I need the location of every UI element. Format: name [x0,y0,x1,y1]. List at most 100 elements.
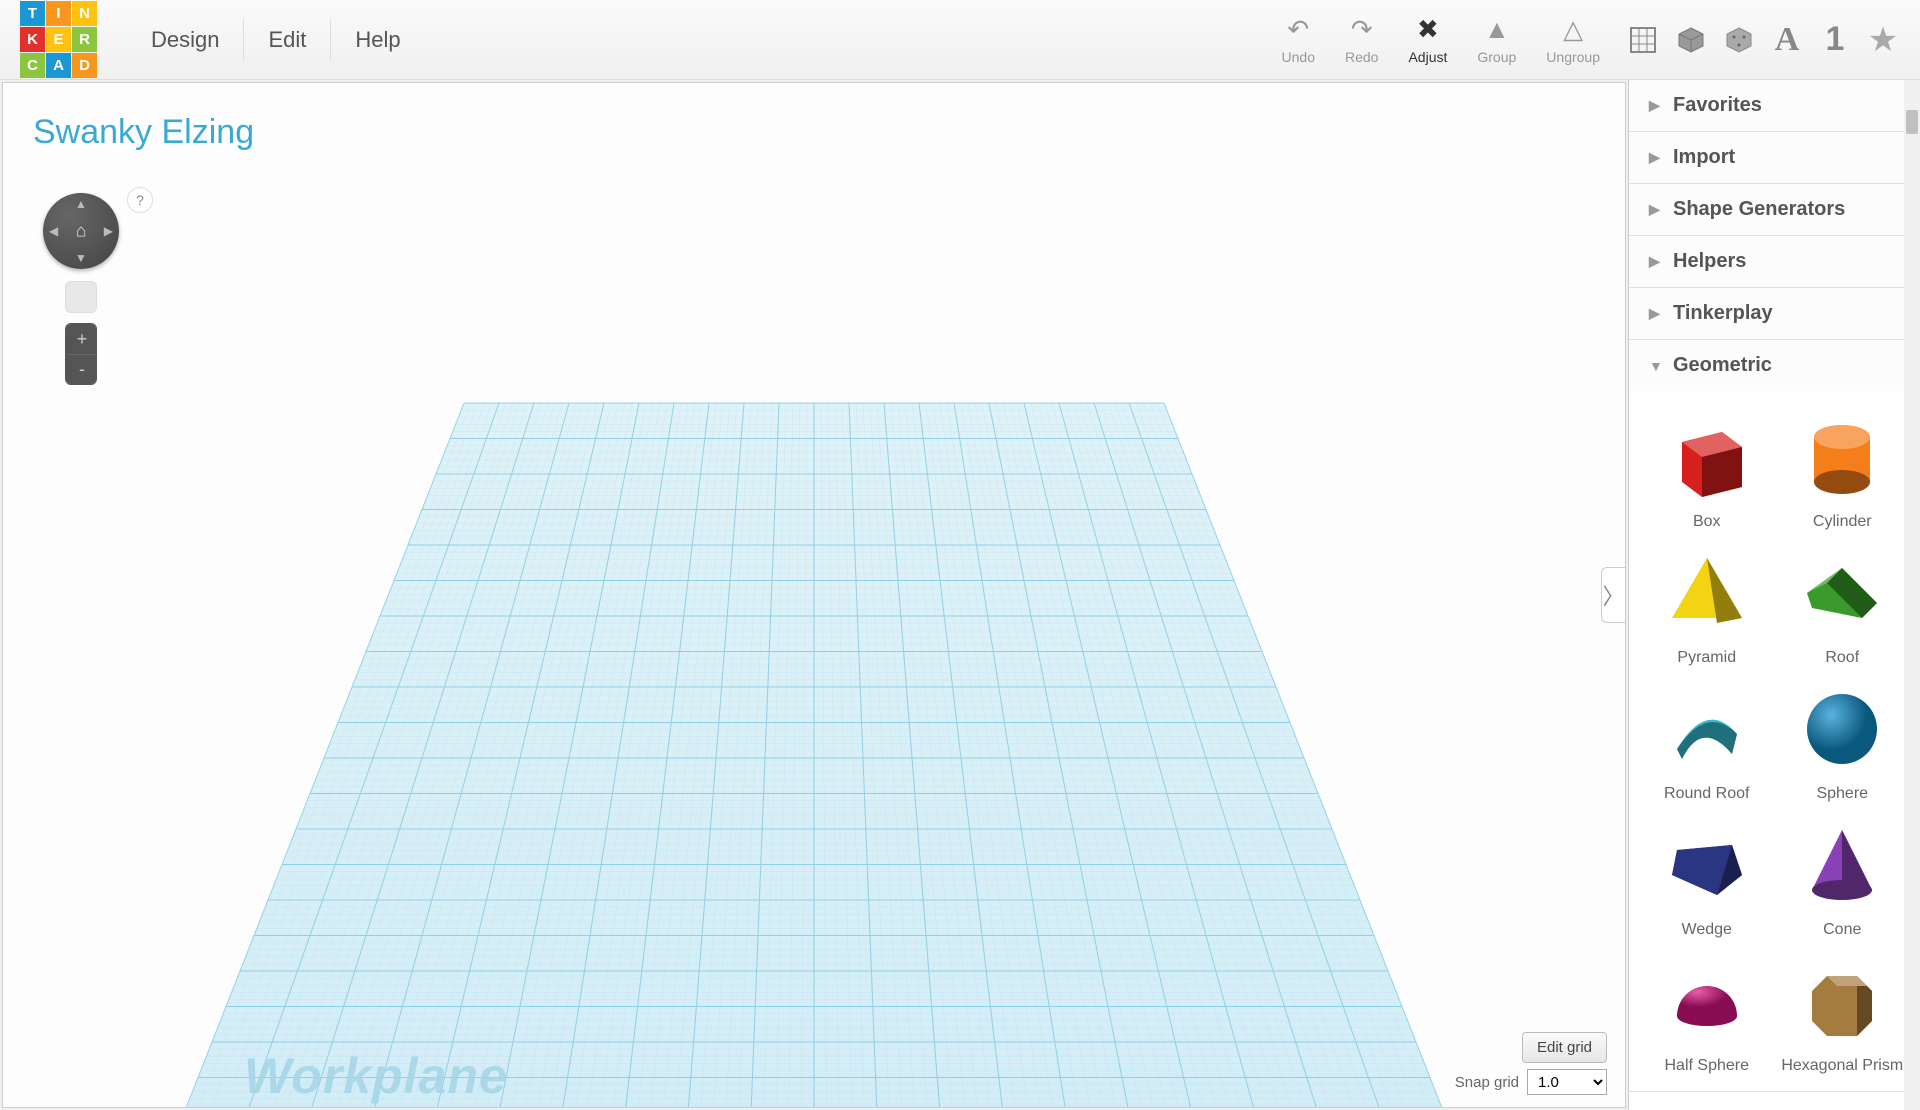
workplane[interactable]: Workplane [184,393,1444,1108]
help-button[interactable]: ? [127,187,153,213]
adjust-icon: ✖ [1417,15,1439,45]
project-title[interactable]: Swanky Elzing [33,113,254,152]
accordion-section-shape-generators: ▶Shape Generators [1629,184,1920,236]
workplane-label: Workplane [244,1047,508,1105]
menu-help[interactable]: Help [331,19,424,61]
shape-thumb [1657,543,1757,643]
chevron-down-icon: ▼ [1649,358,1663,374]
logo[interactable]: T I N K E R C A D [20,1,97,78]
pan-right-icon[interactable]: ▶ [104,224,113,238]
die-icon[interactable] [1722,23,1756,57]
accordion-header[interactable]: ▼ Geometric [1629,340,1920,391]
redo-icon: ↷ [1351,15,1373,45]
zoom-controls: + - [65,323,97,385]
accordion-label: Geometric [1673,354,1772,377]
snap-grid-select[interactable]: 1.0 [1527,1069,1607,1095]
shape-sphere[interactable]: Sphere [1779,679,1907,803]
undo-button[interactable]: ↶ Undo [1282,15,1315,65]
shape-roof[interactable]: Roof [1779,543,1907,667]
shape-box[interactable]: Box [1643,407,1771,531]
cube-icon[interactable] [1674,23,1708,57]
shape-label: Cone [1823,921,1861,939]
chevron-right-icon: ▶ [1649,305,1663,322]
orbit-control[interactable]: ⌂ ▲ ▼ ◀ ▶ [43,193,119,269]
menu-edit[interactable]: Edit [244,19,331,61]
sidebar-toggle[interactable]: 〉 [1601,567,1625,623]
text-tool-icon[interactable]: A [1770,23,1804,57]
accordion-header[interactable]: ▶ Helpers [1629,236,1920,287]
zoom-out-button[interactable]: - [66,354,97,384]
logo-cell: I [46,1,71,26]
ruler-icon[interactable]: 1 [1818,23,1852,57]
accordion-section-geometric: ▼ Geometric Box Cylinder Pyramid Roof Round Ro… [1629,340,1920,1092]
toolbar-right: A 1 ★ [1626,23,1900,57]
main-area: Swanky Elzing ⌂ ▲ ▼ ◀ ▶ ? + - [0,80,1920,1110]
shape-hexagonal-prism[interactable]: Hexagonal Prism [1779,951,1907,1075]
accordion-header[interactable]: ▶ Import [1629,132,1920,183]
grid-controls: Edit grid Snap grid 1.0 [1455,1032,1607,1095]
canvas[interactable]: Swanky Elzing ⌂ ▲ ▼ ◀ ▶ ? + - [2,82,1626,1108]
pan-down-icon[interactable]: ▼ [75,251,87,265]
accordion-label: Helpers [1673,250,1746,273]
accordion-section-favorites: ▶Favorites [1629,80,1920,132]
shape-label: Roof [1825,649,1859,667]
ungroup-button[interactable]: △ Ungroup [1546,15,1600,65]
logo-cell: N [72,1,97,26]
zoom-in-button[interactable]: + [66,324,97,354]
toolbar-actions: ↶ Undo ↷ Redo ✖ Adjust ▲ Group △ Ungroup [1282,15,1600,65]
logo-cell: D [72,53,97,78]
view-navigator: ⌂ ▲ ▼ ◀ ▶ ? + - [43,193,119,385]
logo-cell: E [46,27,71,52]
shape-round-roof[interactable]: Round Roof [1643,679,1771,803]
panel-scrollbar[interactable] [1904,80,1920,1110]
menu-design[interactable]: Design [127,19,244,61]
shape-thumb [1657,407,1757,507]
accordion-header[interactable]: ▶Favorites [1629,80,1920,131]
fit-view-button[interactable] [65,281,97,313]
pan-left-icon[interactable]: ◀ [49,224,58,238]
group-button[interactable]: ▲ Group [1477,15,1516,65]
shape-thumb [1657,815,1757,915]
redo-button[interactable]: ↷ Redo [1345,15,1378,65]
accordion-section-helpers: ▶ Helpers [1629,236,1920,288]
accordion-header[interactable]: ▶ Tinkerplay [1629,288,1920,339]
shapes-panel: ▶Favorites▶Import▶Shape Generators▶Helpe… [1628,80,1920,1110]
logo-cell: C [20,53,45,78]
shape-cylinder[interactable]: Cylinder [1779,407,1907,531]
accordion-header[interactable]: ▶Shape Generators [1629,184,1920,235]
pan-up-icon[interactable]: ▲ [75,197,87,211]
shape-thumb [1792,543,1892,643]
group-label: Group [1477,49,1516,65]
logo-cell: R [72,27,97,52]
top-toolbar: T I N K E R C A D Design Edit Help ↶ Und… [0,0,1920,80]
shape-label: Half Sphere [1665,1057,1750,1075]
workplane-grid [184,393,1444,1108]
shape-pyramid[interactable]: Pyramid [1643,543,1771,667]
chevron-right-icon: ▶ [1649,253,1663,270]
edit-grid-button[interactable]: Edit grid [1522,1032,1607,1063]
shape-thumb [1792,407,1892,507]
ungroup-icon: △ [1563,15,1583,45]
group-icon: ▲ [1484,15,1510,45]
shape-label: Cylinder [1813,513,1872,531]
accordion-section-tinkerplay: ▶ Tinkerplay [1629,288,1920,340]
adjust-button[interactable]: ✖ Adjust [1408,15,1447,65]
shape-thumb [1657,679,1757,779]
undo-icon: ↶ [1287,15,1309,45]
ungroup-label: Ungroup [1546,49,1600,65]
accordion-label: Tinkerplay [1673,302,1773,325]
chevron-right-icon: ▶ [1649,149,1663,166]
shape-wedge[interactable]: Wedge [1643,815,1771,939]
shape-label: Sphere [1816,785,1868,803]
favorite-icon[interactable]: ★ [1866,23,1900,57]
workplane-icon[interactable] [1626,23,1660,57]
accordion-label: Import [1673,146,1735,169]
shape-thumb [1792,679,1892,779]
shape-half-sphere[interactable]: Half Sphere [1643,951,1771,1075]
adjust-label: Adjust [1408,49,1447,65]
home-icon[interactable]: ⌂ [76,221,87,242]
chevron-right-icon: ▶ [1649,201,1663,218]
shape-label: Round Roof [1664,785,1749,803]
shape-thumb [1792,951,1892,1051]
shape-cone[interactable]: Cone [1779,815,1907,939]
